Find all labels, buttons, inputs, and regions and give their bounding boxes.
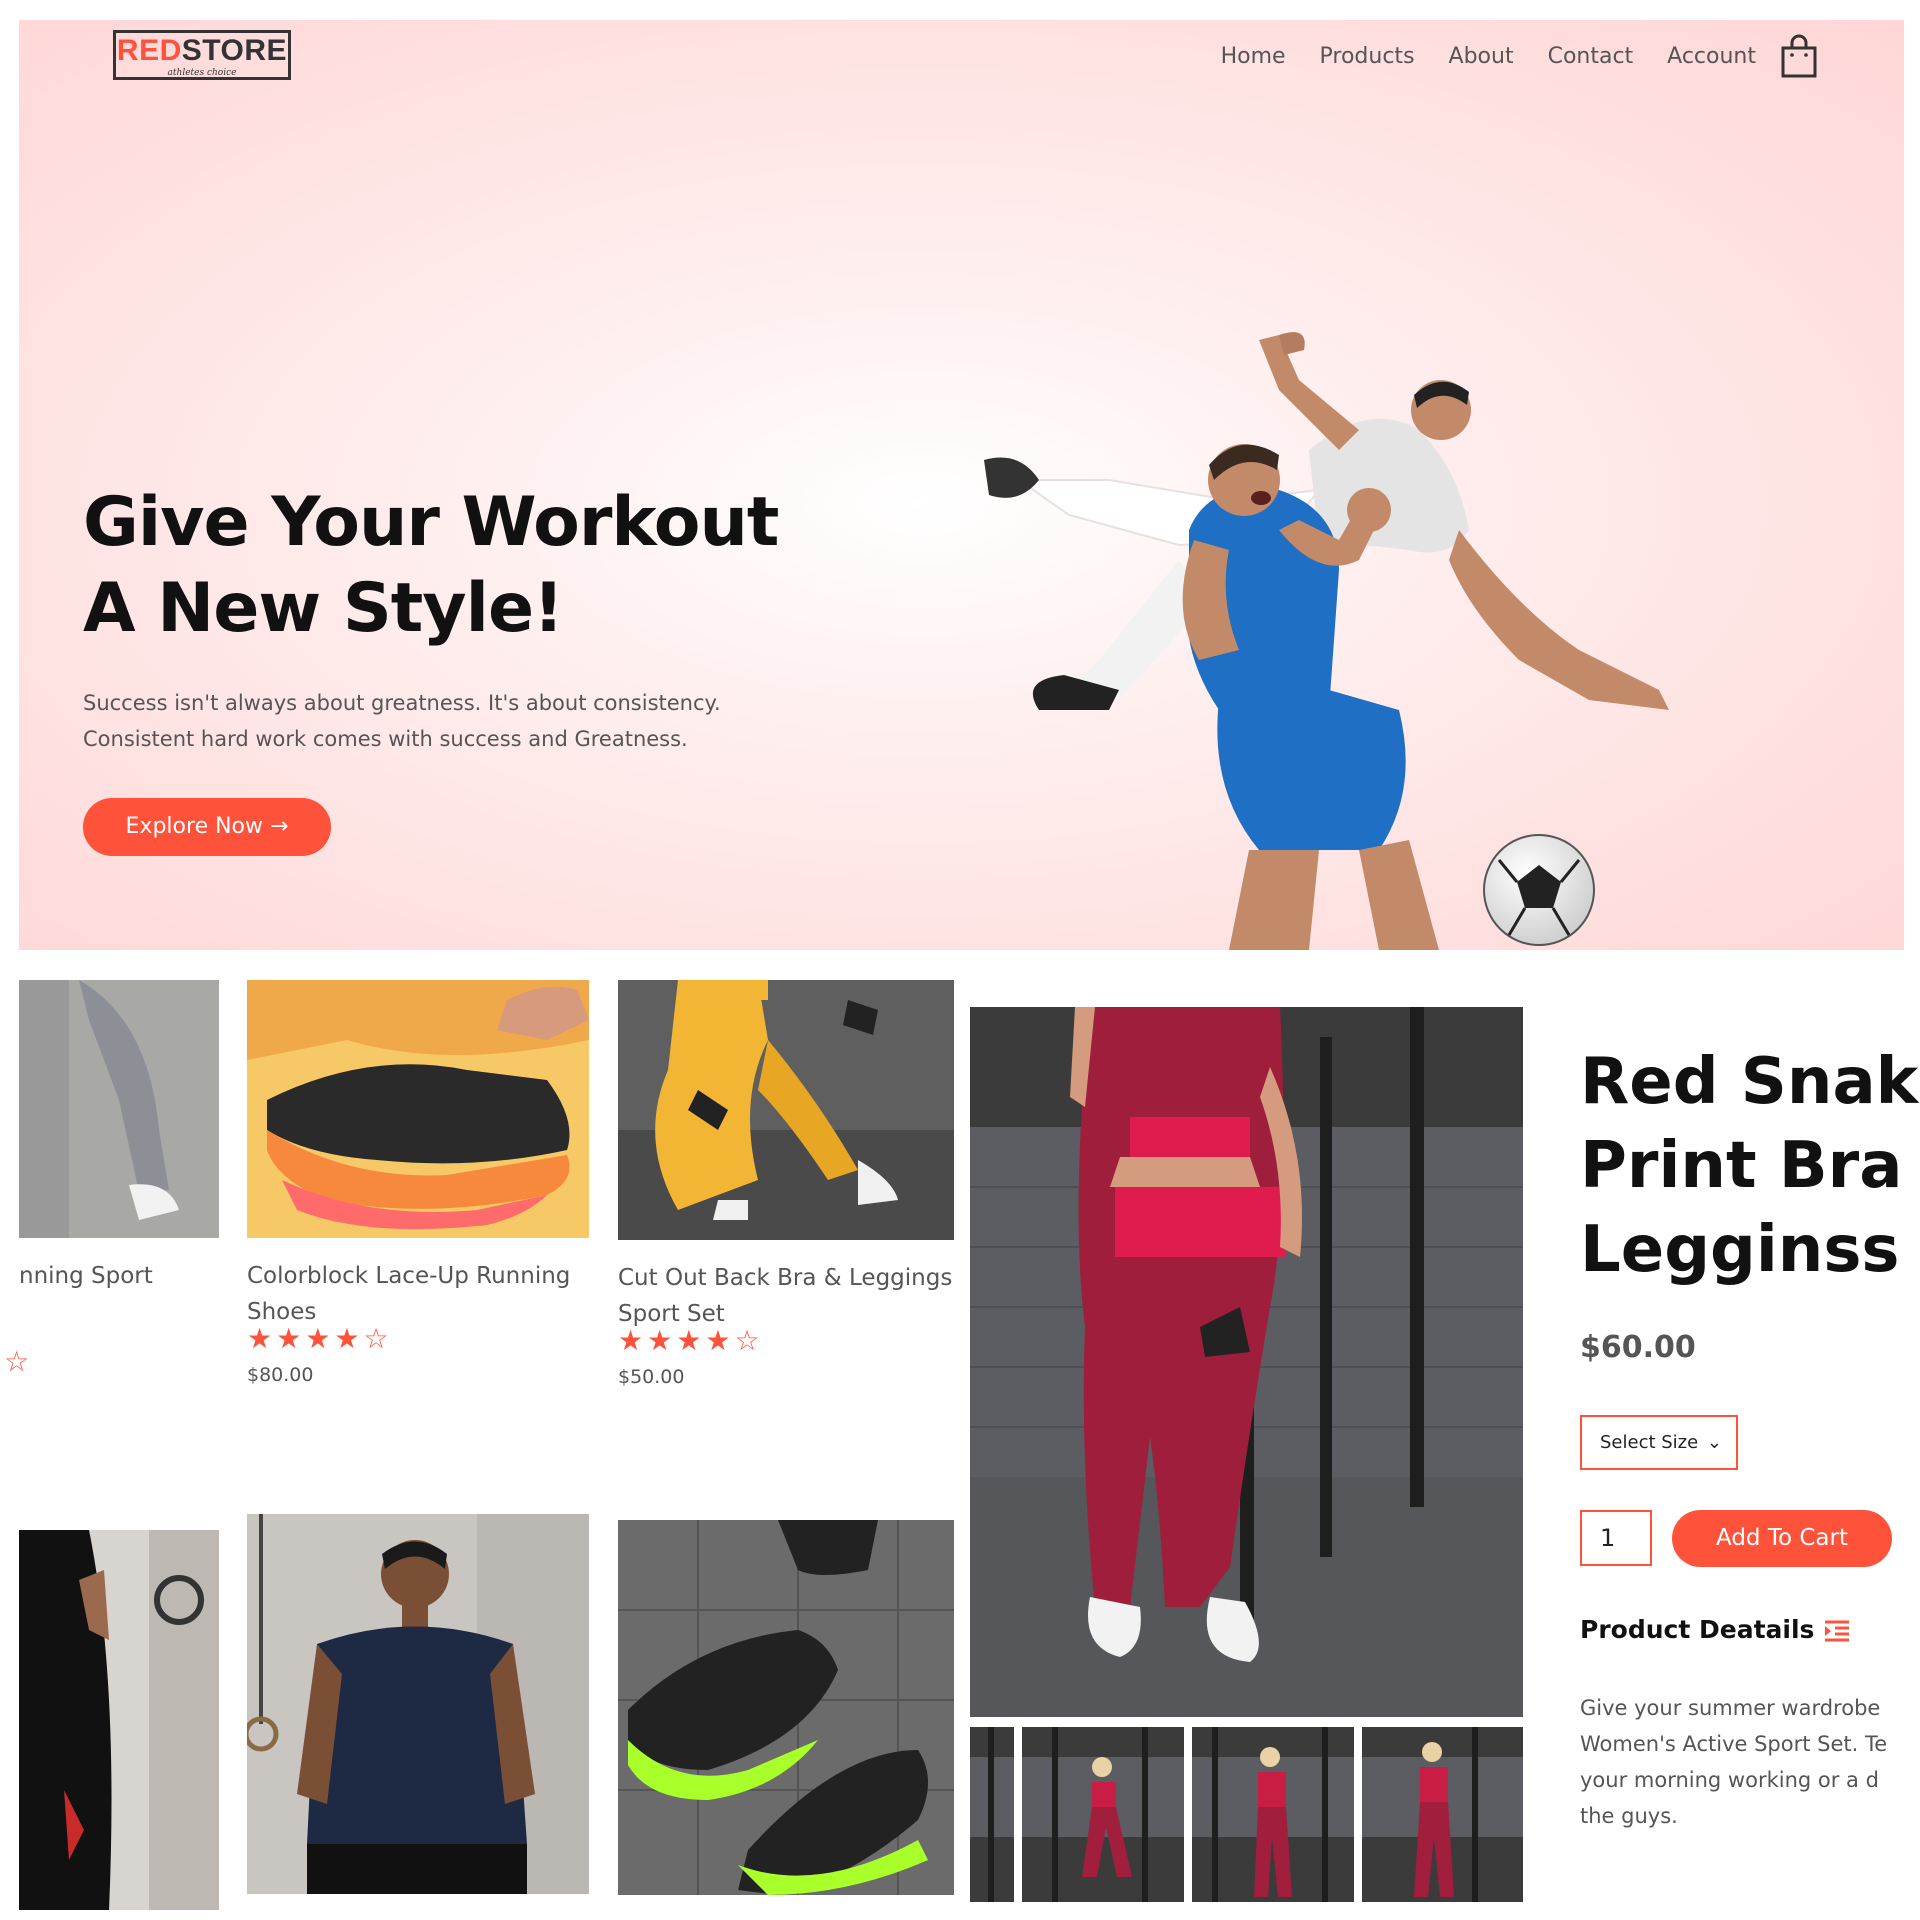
size-select-value: Select Size — [1600, 1432, 1699, 1453]
product-card[interactable]: Colorblock Lace-Up Running Shoes ★ ★ ★ ★… — [247, 980, 589, 1386]
main-nav: Home Products About Contact Account — [1221, 42, 1756, 72]
product-image[interactable] — [247, 980, 589, 1238]
product-main-image — [970, 1007, 1523, 1717]
rating-stars: ★ ★ ★ ★ ☆ — [618, 1327, 760, 1355]
star-icon: ★ — [647, 1324, 673, 1357]
thumbnail-image[interactable] — [1362, 1727, 1523, 1902]
nav-about[interactable]: About — [1449, 42, 1514, 72]
hero-title: Give Your Workout A New Style! — [83, 480, 843, 652]
product-detail-panel: Red Snak Print Bra Legginss $60.00 Selec… — [1580, 1000, 1920, 1910]
product-image[interactable] — [19, 980, 219, 1238]
product-price: $60.00 — [1580, 1330, 1696, 1365]
logo-dark-text: STORE — [181, 34, 288, 67]
product-title: Red Snak Print Bra Legginss — [1580, 1045, 1919, 1287]
nav-contact[interactable]: Contact — [1548, 42, 1634, 72]
thumbnail-image[interactable] — [1192, 1727, 1354, 1902]
hero-athletes-image — [984, 332, 1669, 950]
rating-stars: ☆ — [4, 1348, 29, 1376]
star-icon: ★ — [705, 1324, 731, 1357]
product-name-line1: Colorblock Lace-Up Running — [247, 1263, 571, 1289]
hero-title-line2: A New Style! — [83, 569, 564, 648]
product-name[interactable]: Colorblock Lace-Up Running Shoes — [247, 1258, 589, 1330]
star-half-icon: ☆ — [363, 1322, 389, 1355]
logo-red-text: RED — [116, 34, 182, 67]
hero-text-line2: Consistent hard work comes with success … — [83, 727, 688, 751]
rating-stars: ★ ★ ★ ★ ☆ — [247, 1325, 389, 1353]
star-icon: ★ — [618, 1324, 644, 1357]
size-select[interactable]: Select Size ⌄ — [1580, 1415, 1738, 1470]
quantity-input[interactable]: 1 — [1580, 1510, 1652, 1566]
hero-title-line1: Give Your Workout — [83, 483, 779, 562]
logo-tagline: athletes choice — [167, 68, 237, 78]
product-name[interactable]: nning Sport — [19, 1258, 239, 1294]
thumbnail-image[interactable] — [1022, 1727, 1184, 1902]
star-icon: ★ — [247, 1322, 273, 1355]
product-name-line1: nning Sport — [19, 1263, 153, 1289]
product-details-heading: Product Deatails — [1580, 1615, 1815, 1644]
indent-icon[interactable] — [1823, 1617, 1851, 1645]
star-icon: ★ — [334, 1322, 360, 1355]
add-to-cart-button[interactable]: Add To Cart — [1672, 1510, 1892, 1567]
star-half-icon: ☆ — [734, 1324, 760, 1357]
star-icon: ★ — [305, 1322, 331, 1355]
logo[interactable]: REDSTORE athletes choice — [113, 30, 291, 80]
product-description: Give your summer wardrobe Women's Active… — [1580, 1696, 1888, 1828]
product-name[interactable]: Cut Out Back Bra & Leggings Sport Set — [618, 1260, 954, 1332]
product-name-line1: Cut Out Back Bra & Leggings — [618, 1265, 953, 1291]
nav-products[interactable]: Products — [1320, 42, 1415, 72]
product-card[interactable]: Cut Out Back Bra & Leggings Sport Set ★ … — [618, 980, 954, 1388]
product-image[interactable] — [618, 980, 954, 1240]
nav-account[interactable]: Account — [1667, 42, 1756, 72]
thumbnail-strip — [970, 1727, 1523, 1902]
hero-section: REDSTORE athletes choice Home Products A… — [19, 20, 1904, 950]
product-card[interactable]: nning Sport ☆ — [0, 980, 220, 1376]
shopping-bag-icon[interactable] — [1779, 34, 1819, 80]
hero-description: Success isn't always about greatness. It… — [83, 685, 843, 757]
hero-text-line1: Success isn't always about greatness. It… — [83, 691, 721, 715]
product-grid: nning Sport ☆ Colorblock Lace-Up Running… — [0, 980, 960, 1920]
product-price: $50.00 — [618, 1366, 685, 1388]
chevron-down-icon: ⌄ — [1706, 1432, 1722, 1453]
explore-now-button[interactable]: Explore Now → — [83, 798, 331, 856]
product-image[interactable] — [247, 1514, 589, 1894]
thumbnail-image[interactable] — [970, 1727, 1014, 1902]
product-price: $80.00 — [247, 1364, 314, 1386]
star-half-icon: ☆ — [4, 1345, 30, 1378]
star-icon: ★ — [276, 1322, 302, 1355]
product-image[interactable] — [618, 1520, 954, 1895]
product-image[interactable] — [19, 1530, 219, 1910]
nav-home[interactable]: Home — [1221, 42, 1286, 72]
star-icon: ★ — [676, 1324, 702, 1357]
